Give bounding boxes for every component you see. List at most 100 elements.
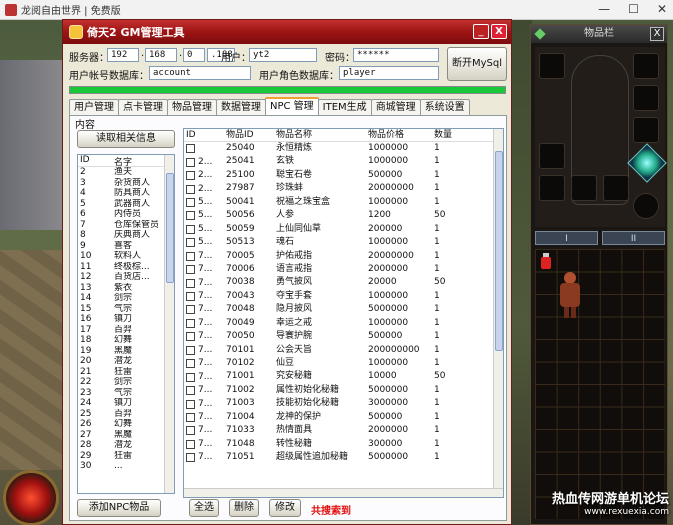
close-button[interactable]: X <box>491 24 507 39</box>
tab-1[interactable]: 点卡管理 <box>118 99 168 115</box>
item-col-qty[interactable]: 数量 <box>434 129 474 141</box>
npc-row[interactable]: 29 狂雷 <box>78 451 174 462</box>
equip-slot-bracelet[interactable] <box>633 117 659 143</box>
npc-row[interactable]: 19 黑魔 <box>78 346 174 357</box>
tab-3[interactable]: 数据管理 <box>216 99 266 115</box>
table-row[interactable]: 2... 27987 珍珠蚌 20000000 1 <box>184 182 503 195</box>
row-checkbox[interactable] <box>186 211 195 221</box>
equip-slot-ring-left[interactable] <box>539 143 565 169</box>
password-field[interactable]: ****** <box>353 48 439 62</box>
row-checkbox[interactable] <box>186 184 195 194</box>
npc-row[interactable]: 16 镇刀 <box>78 314 174 325</box>
row-checkbox[interactable] <box>186 278 195 288</box>
npc-row[interactable]: 21 狂雷 <box>78 367 174 378</box>
row-checkbox[interactable] <box>186 305 195 315</box>
table-row[interactable]: 2... 25100 聪宝石卷 500000 1 <box>184 169 503 182</box>
modify-button[interactable]: 修改 <box>269 499 301 517</box>
table-row[interactable]: 7... 70048 隐月披风 5000000 1 <box>184 303 503 316</box>
ip-octet-2[interactable]: 168 <box>145 48 177 62</box>
npc-row[interactable]: 14 剑宗 <box>78 293 174 304</box>
table-row[interactable]: 7... 70006 语言戒指 2000000 1 <box>184 263 503 276</box>
npc-row[interactable]: 11 终极棕... <box>78 262 174 273</box>
row-checkbox[interactable] <box>186 439 195 449</box>
potion-icon[interactable] <box>537 251 555 271</box>
row-checkbox[interactable] <box>186 386 195 396</box>
table-row[interactable]: 7... 71004 龙神的保护 500000 1 <box>184 411 503 424</box>
npc-row[interactable]: 20 潜龙 <box>78 356 174 367</box>
npc-row[interactable]: 22 剑宗 <box>78 377 174 388</box>
table-row[interactable]: 7... 70043 夺宝手套 1000000 1 <box>184 290 503 303</box>
read-info-button[interactable]: 读取相关信息 <box>77 130 175 148</box>
row-checkbox[interactable] <box>186 332 195 342</box>
npc-row[interactable]: 2 渔夫 <box>78 167 174 178</box>
equip-slot-helmet[interactable] <box>633 53 659 79</box>
table-row[interactable]: 7... 71002 属性初始化秘籍 5000000 1 <box>184 384 503 397</box>
npc-row[interactable]: 12 百货店... <box>78 272 174 283</box>
equip-slot-weapon[interactable] <box>539 53 565 79</box>
inventory-close-button[interactable]: X <box>650 27 664 41</box>
row-checkbox[interactable] <box>186 372 195 382</box>
tab-6[interactable]: 商城管理 <box>370 99 421 115</box>
item-table-hscrollbar[interactable] <box>184 488 503 497</box>
table-row[interactable]: 25040 永恒精炼 1000000 1 <box>184 142 503 155</box>
npc-row[interactable]: 18 幻舞 <box>78 335 174 346</box>
role-db-field[interactable]: player <box>339 66 439 80</box>
npc-row[interactable]: 26 幻舞 <box>78 419 174 430</box>
table-row[interactable]: 7... 71051 超级属性追加秘籍 5000000 1 <box>184 451 503 464</box>
table-row[interactable]: 5... 50056 人参 1200 50 <box>184 209 503 222</box>
table-row[interactable]: 7... 70049 幸运之戒 1000000 1 <box>184 317 503 330</box>
item-table-scrollbar[interactable] <box>493 129 503 489</box>
npc-scroll-thumb[interactable] <box>166 173 174 283</box>
row-checkbox[interactable] <box>186 251 195 261</box>
row-checkbox[interactable] <box>186 238 195 248</box>
account-db-field[interactable]: account <box>149 66 251 80</box>
inventory-grid[interactable] <box>535 249 665 519</box>
equip-slot-boots[interactable] <box>539 175 565 201</box>
row-checkbox[interactable] <box>186 345 195 355</box>
table-row[interactable]: 5... 50059 上仙同仙草 200000 1 <box>184 223 503 236</box>
table-row[interactable]: 7... 71048 转性秘籍 300000 1 <box>184 438 503 451</box>
npc-row[interactable]: 9 喜客 <box>78 241 174 252</box>
delete-button[interactable]: 删除 <box>229 499 259 517</box>
table-row[interactable]: 7... 70005 护佑戒指 20000000 1 <box>184 250 503 263</box>
row-checkbox[interactable] <box>186 318 195 328</box>
npc-row[interactable]: 15 气宗 <box>78 304 174 315</box>
row-checkbox[interactable] <box>186 144 195 154</box>
close-icon[interactable]: ✕ <box>657 2 667 16</box>
row-checkbox[interactable] <box>186 197 195 207</box>
npc-item-table[interactable]: ID 物品ID 物品名称 物品价格 数量 25040 永恒精炼 1000000 1 2.… <box>183 128 504 498</box>
row-checkbox[interactable] <box>186 292 195 302</box>
item-col-id[interactable]: ID <box>184 129 226 141</box>
row-checkbox[interactable] <box>186 426 195 436</box>
inventory-tab-2[interactable]: II <box>602 231 665 245</box>
row-checkbox[interactable] <box>186 453 195 463</box>
npc-row[interactable]: 8 庆典商人 <box>78 230 174 241</box>
npc-row[interactable]: 7 仓库保管员 <box>78 220 174 231</box>
npc-row[interactable]: 17 百羿 <box>78 325 174 336</box>
row-checkbox[interactable] <box>186 399 195 409</box>
equip-slot-ring-right[interactable] <box>603 175 629 201</box>
equip-slot-necklace[interactable] <box>633 85 659 111</box>
row-checkbox[interactable] <box>186 265 195 275</box>
item-scroll-thumb[interactable] <box>495 151 503 351</box>
item-col-price[interactable]: 物品价格 <box>368 129 434 141</box>
tab-7[interactable]: 系统设置 <box>419 99 470 115</box>
npc-list[interactable]: ID 名字 2 渔夫 3 杂货商人 4 防具商人 5 武器商人 6 内侍员 7 仓库保管员 8 庆典商人 9… <box>77 154 175 494</box>
npc-list-scrollbar[interactable] <box>164 155 174 493</box>
tab-5[interactable]: ITEM生成 <box>317 99 372 115</box>
equip-slot-emblem[interactable] <box>633 193 659 219</box>
row-checkbox[interactable] <box>186 224 195 234</box>
armor-icon[interactable] <box>557 271 583 319</box>
item-col-name[interactable]: 物品名称 <box>276 129 368 141</box>
minimize-icon[interactable]: — <box>598 2 610 16</box>
table-row[interactable]: 7... 70050 导寰护腕 500000 1 <box>184 330 503 343</box>
npc-row[interactable]: 6 内侍员 <box>78 209 174 220</box>
table-row[interactable]: 7... 70101 公会天旨 200000000 1 <box>184 344 503 357</box>
table-row[interactable]: 7... 71033 热情面具 2000000 1 <box>184 424 503 437</box>
table-row[interactable]: 7... 70038 勇气披风 20000 50 <box>184 276 503 289</box>
inventory-tab-1[interactable]: I <box>535 231 598 245</box>
npc-row[interactable]: 5 武器商人 <box>78 199 174 210</box>
npc-row[interactable]: 4 防具商人 <box>78 188 174 199</box>
maximize-icon[interactable]: ☐ <box>628 2 639 16</box>
npc-row[interactable]: 28 潜龙 <box>78 440 174 451</box>
